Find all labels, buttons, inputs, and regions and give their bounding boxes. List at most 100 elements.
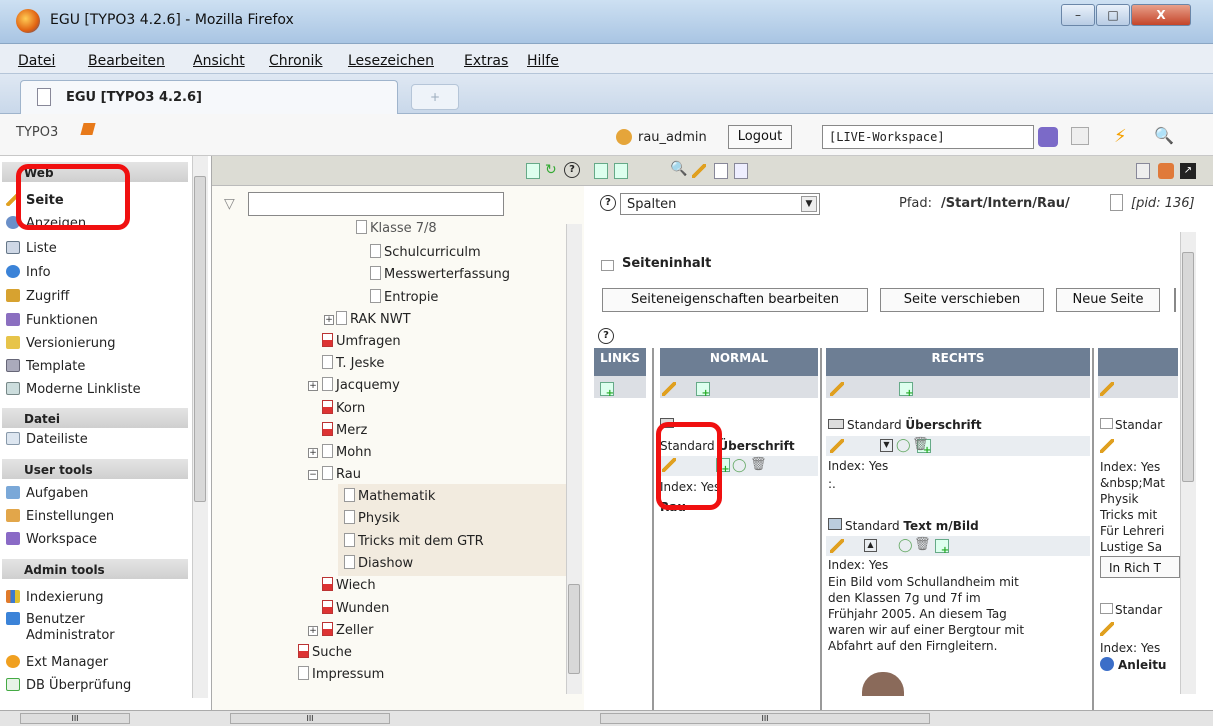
tree-node[interactable]: Mathematik (344, 488, 435, 504)
tree-node[interactable]: RAK NWT (336, 311, 411, 327)
pencil-icon[interactable] (830, 439, 844, 453)
new-content-icon[interactable] (600, 382, 614, 399)
module-linkliste[interactable]: Moderne Linkliste (6, 382, 141, 397)
module-info[interactable]: Info (6, 265, 51, 280)
module-funktionen[interactable]: Funktionen (6, 313, 98, 328)
pencil-icon[interactable] (692, 164, 706, 178)
help-icon[interactable]: ? (564, 162, 580, 178)
menu-hilfe[interactable]: Hilfe (527, 53, 559, 69)
module-cat-admin[interactable]: Admin tools (2, 559, 188, 579)
module-versionierung[interactable]: Versionierung (6, 336, 116, 351)
tree-node[interactable]: Jacquemy (322, 377, 400, 393)
workspace-icon[interactable] (1038, 127, 1058, 147)
pencil-icon[interactable] (1100, 382, 1114, 396)
search-icon[interactable]: 🔍 (670, 161, 687, 177)
expand-icon[interactable]: + (308, 626, 318, 636)
workspace-select[interactable]: [LIVE-Workspace] (822, 125, 1034, 149)
maximize-button[interactable]: □ (1096, 4, 1130, 26)
menu-bearbeiten[interactable]: Bearbeiten (88, 53, 165, 69)
tree-node[interactable]: Wiech (322, 577, 376, 593)
pencil-icon[interactable] (830, 382, 844, 396)
browser-tab[interactable]: EGU [TYPO3 4.2.6] (20, 80, 398, 114)
refresh-icon[interactable]: ↻ (545, 162, 557, 178)
tree-node[interactable]: T. Jeske (322, 355, 384, 371)
new-content-icon[interactable] (695, 382, 710, 399)
pencil-icon[interactable] (830, 539, 844, 553)
view-select[interactable]: Spalten ▼ (620, 193, 820, 215)
pencil-icon[interactable] (1100, 622, 1114, 636)
module-extmanager[interactable]: Ext Manager (6, 655, 108, 670)
tree-node[interactable]: Physik (344, 510, 400, 526)
trash-icon[interactable]: 🗑 (914, 537, 931, 552)
list-view-icon[interactable] (1136, 163, 1150, 179)
expand-icon[interactable]: + (308, 448, 318, 458)
module-liste[interactable]: Liste (6, 241, 57, 256)
help-icon[interactable]: ? (598, 328, 614, 344)
module-db[interactable]: DB Überprüfung (6, 678, 131, 693)
tree-scroll-thumb[interactable] (568, 584, 580, 674)
tree-filter-input[interactable] (248, 192, 504, 216)
help-icon[interactable]: ? (600, 195, 616, 211)
tree-node[interactable]: Korn (322, 400, 365, 416)
module-template[interactable]: Template (6, 359, 85, 374)
new-page-button[interactable]: Neue Seite (1056, 288, 1160, 312)
menu-ansicht[interactable]: Ansicht (193, 53, 245, 69)
tree-node[interactable]: Umfragen (322, 333, 401, 349)
expand-icon[interactable]: + (324, 315, 334, 325)
new-content-icon[interactable] (899, 382, 914, 399)
move-page-icon[interactable] (714, 163, 728, 179)
expand-icon[interactable]: + (308, 381, 318, 391)
menu-lesezeichen[interactable]: Lesezeichen (348, 53, 434, 69)
pencil-icon[interactable] (662, 382, 676, 396)
preview-icon[interactable]: ◯ (898, 538, 913, 553)
ce-right-2-header[interactable]: Standar (1100, 602, 1162, 618)
close-button[interactable]: X (1131, 4, 1191, 26)
tree-node[interactable]: Wunden (322, 600, 389, 616)
pencil-icon[interactable] (1100, 439, 1114, 453)
new-page-icon[interactable] (526, 163, 540, 179)
move-down-icon[interactable]: ▼ (880, 439, 893, 452)
collapse-icon[interactable]: − (308, 470, 318, 480)
tree-node[interactable]: Messwerterfassung (370, 266, 510, 282)
tree-node[interactable]: Schulcurriculm (370, 244, 481, 260)
module-administrator[interactable]: Administrator (26, 628, 115, 643)
clipboard-icon[interactable] (1158, 163, 1174, 179)
tree-node[interactable]: Klasse 7/8 (356, 220, 437, 236)
logout-button[interactable]: Logout (728, 125, 792, 149)
module-benutzer[interactable]: Benutzer (6, 612, 85, 627)
menu-extras[interactable]: Extras (464, 53, 508, 69)
preview-icon[interactable]: ◯ (896, 438, 911, 453)
move-up-icon[interactable]: ▲ (864, 539, 877, 552)
tree-node[interactable]: Merz (322, 422, 367, 438)
tree-node[interactable]: Suche (298, 644, 352, 660)
module-zugriff[interactable]: Zugriff (6, 289, 69, 304)
rte-button[interactable]: In Rich T (1100, 556, 1180, 578)
trash-icon[interactable]: 🗑 (912, 437, 929, 452)
preview-icon[interactable]: ◯ (732, 458, 747, 473)
tree-node[interactable]: Diashow (344, 555, 413, 571)
new-tab-button[interactable]: + (411, 84, 459, 110)
trash-icon[interactable]: 🗑 (750, 457, 767, 472)
module-einstellungen[interactable]: Einstellungen (6, 509, 114, 524)
module-scroll-thumb[interactable] (194, 176, 206, 502)
menu-chronik[interactable]: Chronik (269, 53, 323, 69)
new-content-toolbar-icon[interactable] (594, 163, 608, 179)
module-indexierung[interactable]: Indexierung (6, 590, 103, 605)
new-page-toolbar-icon[interactable] (614, 163, 628, 179)
flash-icon[interactable]: ⚡ (1114, 126, 1127, 147)
module-hscroll-thumb[interactable]: III (20, 713, 130, 724)
open-window-icon[interactable] (1071, 127, 1089, 145)
search-icon[interactable]: 🔍 (1154, 126, 1174, 145)
menu-datei[interactable]: Datei (18, 53, 55, 69)
history-icon[interactable] (734, 163, 748, 179)
tree-node-rau[interactable]: Rau (322, 466, 361, 482)
ce-right-header[interactable]: Standar (1100, 417, 1162, 433)
module-dateiliste[interactable]: Dateiliste (6, 432, 88, 447)
tree-hscroll-thumb[interactable]: III (230, 713, 390, 724)
open-new-window-icon[interactable]: ↗ (1180, 163, 1196, 179)
tree-node[interactable]: Zeller (322, 622, 373, 638)
move-page-button[interactable]: Seite verschieben (880, 288, 1044, 312)
edit-page-button[interactable]: Seiteneigenschaften bearbeiten (602, 288, 868, 312)
new-content-icon[interactable] (935, 539, 950, 556)
module-cat-user[interactable]: User tools (2, 459, 188, 479)
